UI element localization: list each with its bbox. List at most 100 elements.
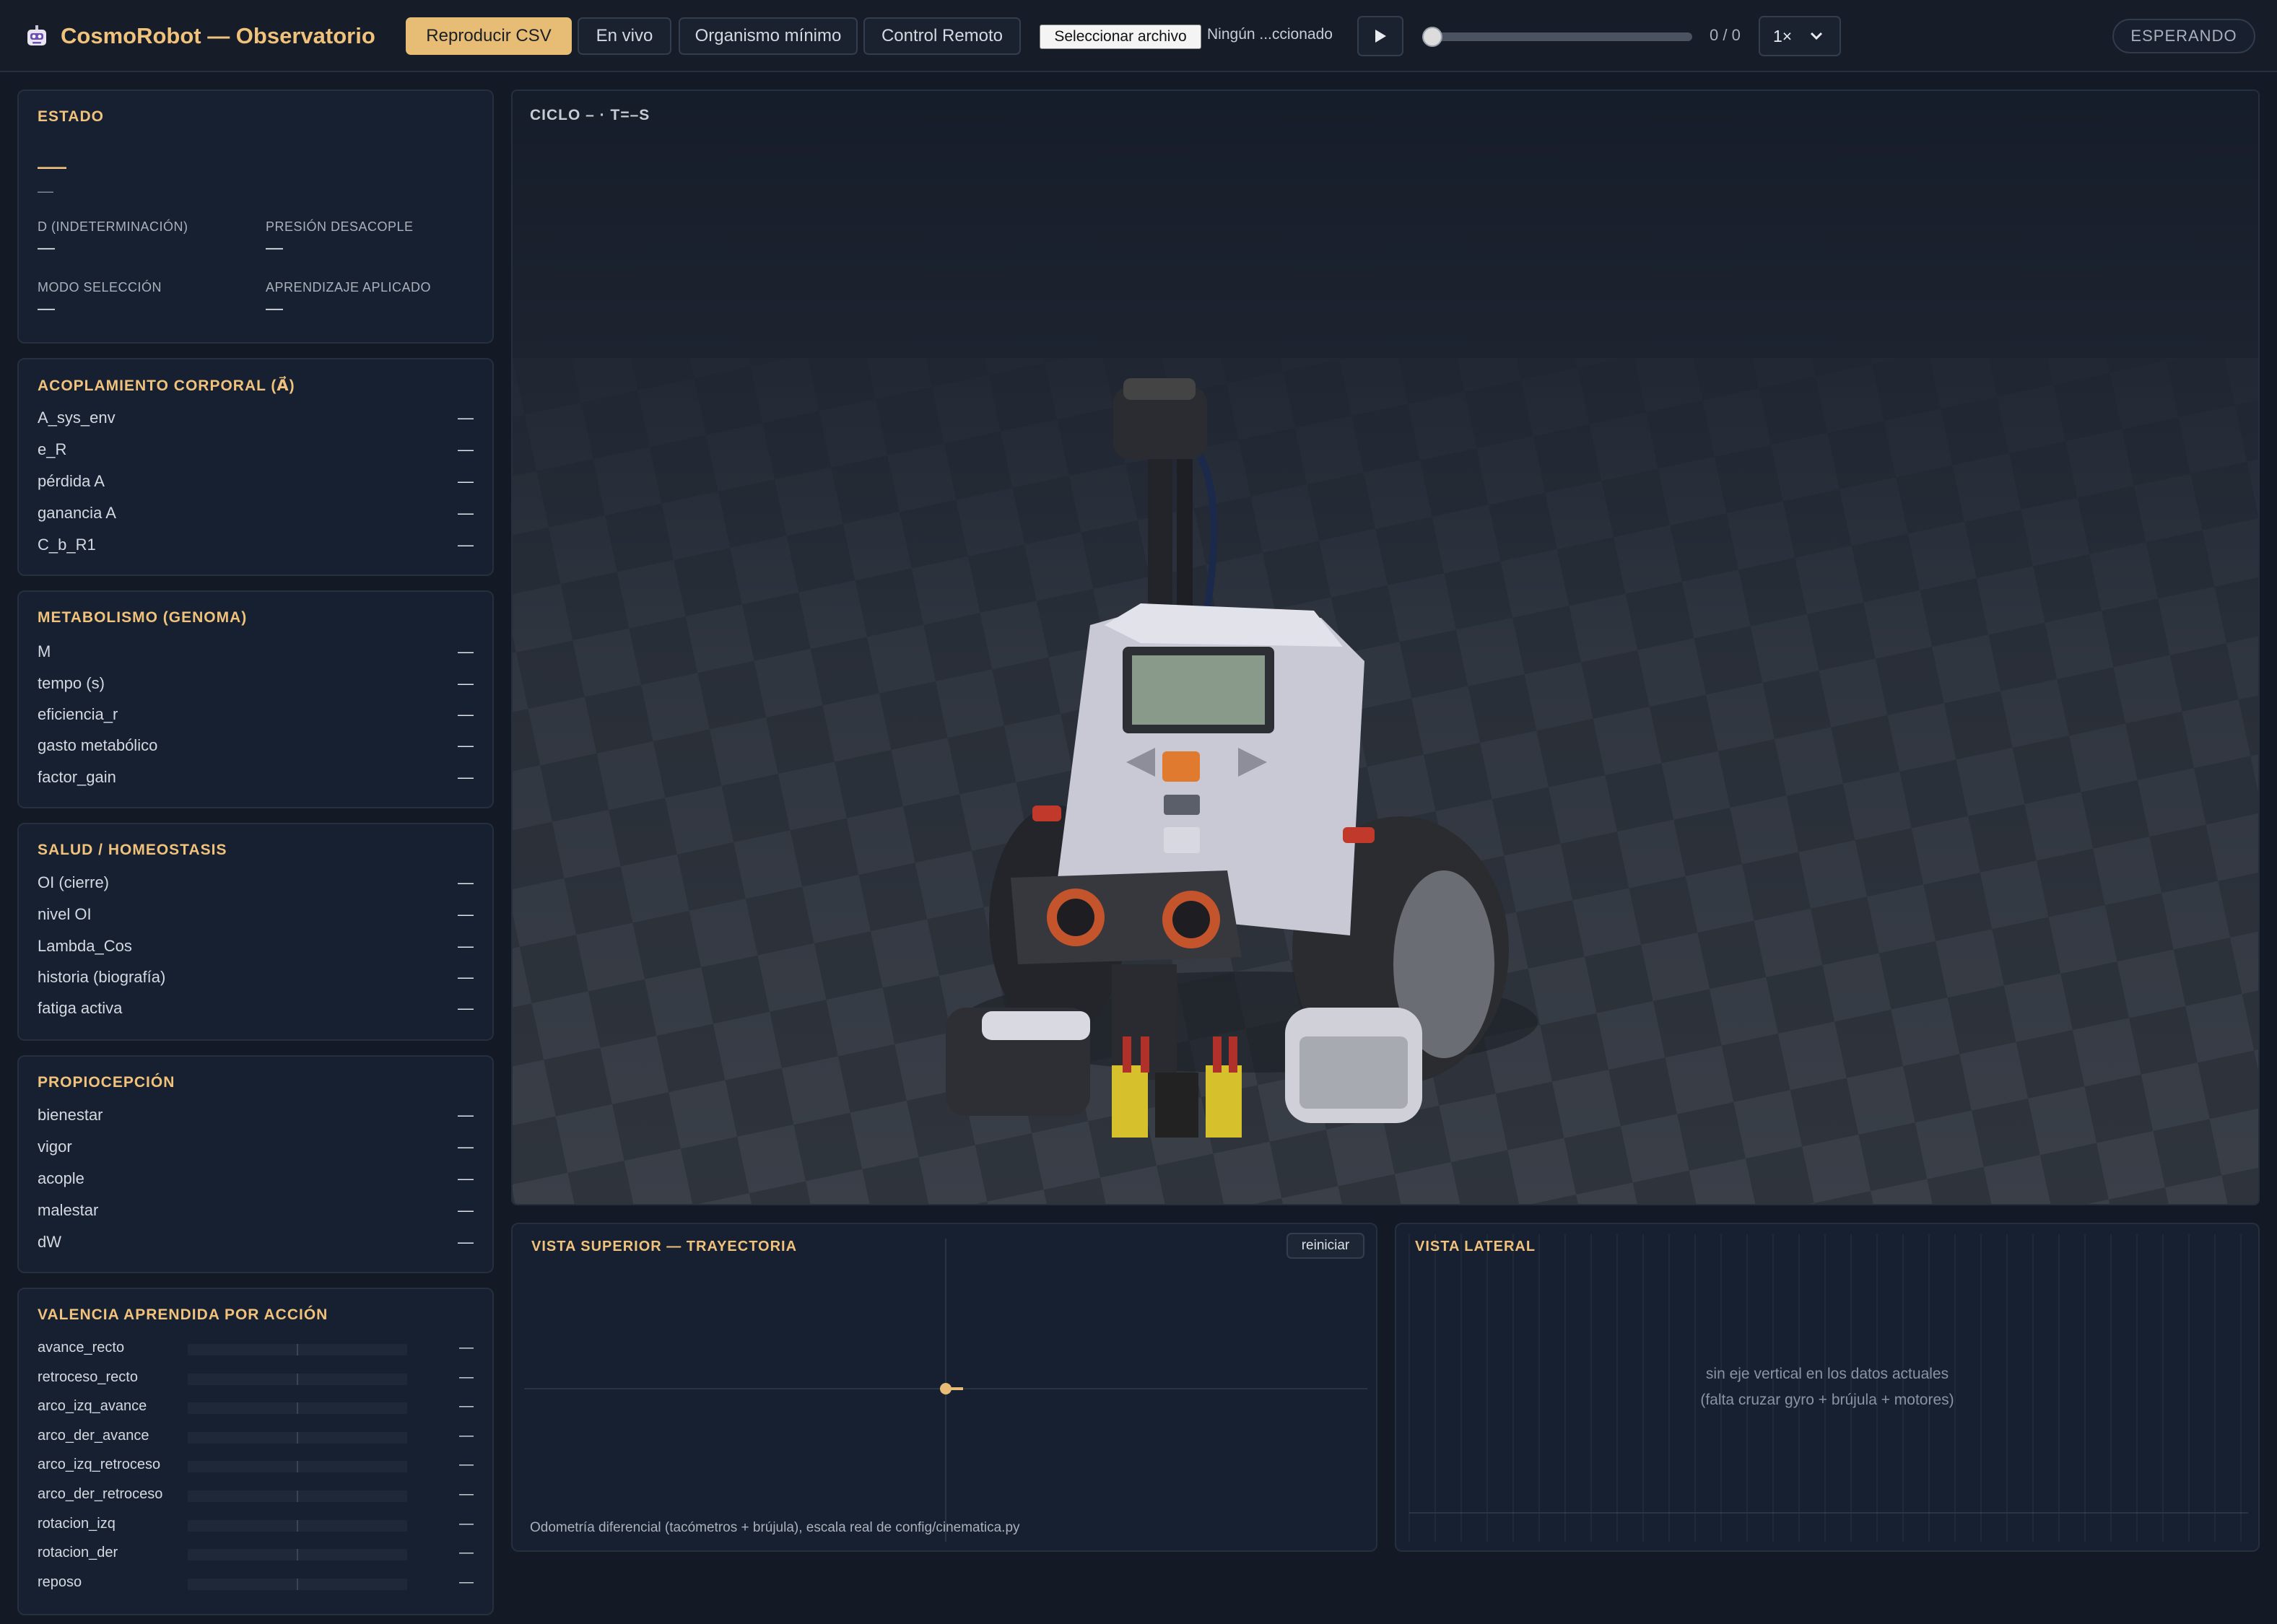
row-label: pérdida A: [38, 472, 105, 490]
valencia-row: retroceso_recto —: [38, 1368, 474, 1388]
valencia-value: —: [459, 1545, 474, 1561]
valencia-action-label: arco_izq_avance: [38, 1398, 147, 1415]
valencia-row: avance_recto —: [38, 1338, 474, 1358]
playback-slider[interactable]: [1422, 27, 1692, 47]
row-value: —: [458, 440, 474, 458]
estado-sub-value: —: [38, 182, 53, 200]
top-view-title: VISTA SUPERIOR — TRAYECTORIA: [531, 1239, 798, 1254]
valencia-bar: [188, 1549, 407, 1561]
row-label: historia (biografía): [38, 968, 166, 986]
row-value: —: [458, 1138, 474, 1156]
row-label: fatiga activa: [38, 999, 123, 1017]
row-value: —: [458, 409, 474, 427]
salud-row: historia (biografía) —: [38, 966, 474, 988]
valencia-value: —: [459, 1340, 474, 1355]
valencia-bar-center: [297, 1578, 298, 1590]
row-value: —: [458, 1169, 474, 1187]
indeterminacion-label: D (INDETERMINACIÓN): [38, 219, 188, 234]
frame-counter: 0 / 0: [1710, 26, 1741, 44]
modo-seleccion-label: MODO SELECCIÓN: [38, 280, 162, 294]
side-view-panel: VISTA LATERAL sin eje vertical en los da…: [1395, 1223, 2260, 1552]
valencia-bar-center: [297, 1519, 298, 1532]
valencia-bar-center: [297, 1431, 298, 1444]
modo-seleccion-value: —: [38, 299, 55, 318]
tab-reproducir-csv[interactable]: Reproducir CSV: [406, 17, 572, 55]
salud-row: nivel OI —: [38, 904, 474, 925]
row-value: —: [458, 642, 474, 660]
tab-organismo-minimo[interactable]: Organismo mínimo: [679, 17, 858, 55]
playback-slider-thumb[interactable]: [1422, 27, 1442, 47]
metabolismo-row: tempo (s) —: [38, 673, 474, 694]
row-label: gasto metabólico: [38, 736, 158, 754]
valencia-bar-center: [297, 1344, 298, 1355]
cycle-label: CICLO – · T=–S: [530, 107, 650, 123]
salud-row: Lambda_Cos —: [38, 935, 474, 957]
row-value: —: [458, 472, 474, 490]
valencia-value: —: [459, 1427, 474, 1444]
valencia-row: arco_der_retroceso —: [38, 1485, 474, 1505]
row-label: acople: [38, 1169, 84, 1187]
row-label: A_sys_env: [38, 409, 116, 427]
robot-3d-view[interactable]: CICLO – · T=–S: [511, 90, 2260, 1205]
salud-title: SALUD / HOMEOSTASIS: [38, 842, 227, 858]
row-label: Lambda_Cos: [38, 937, 132, 955]
valencia-action-label: retroceso_recto: [38, 1368, 138, 1385]
valencia-row: arco_izq_retroceso —: [38, 1455, 474, 1475]
brand: CosmoRobot — Observatorio: [25, 20, 375, 52]
metabolismo-title: METABOLISMO (GENOMA): [38, 609, 248, 626]
app-title: CosmoRobot — Observatorio: [61, 23, 375, 48]
chevron-down-icon: [1811, 32, 1823, 40]
salud-row: fatiga activa —: [38, 997, 474, 1019]
aprendizaje-aplicado-value: —: [266, 299, 283, 318]
speed-select[interactable]: 1×: [1759, 16, 1841, 56]
speed-value: 1×: [1773, 26, 1793, 45]
estado-title: ESTADO: [38, 108, 104, 125]
row-value: —: [458, 768, 474, 786]
propiocepcion-row: bienestar —: [38, 1104, 474, 1126]
acoplamiento-row: C_b_R1 —: [38, 534, 474, 556]
file-select-button[interactable]: Seleccionar archivo: [1040, 25, 1201, 49]
metabolismo-row: gasto metabólico —: [38, 735, 474, 756]
row-label: M: [38, 642, 51, 660]
propiocepcion-row: acople —: [38, 1168, 474, 1189]
valencia-row: arco_der_avance —: [38, 1426, 474, 1446]
row-label: factor_gain: [38, 768, 116, 786]
row-value: —: [458, 1106, 474, 1124]
status-badge: ESPERANDO: [2112, 19, 2255, 53]
tab-en-vivo[interactable]: En vivo: [578, 17, 671, 55]
propiocepcion-row: malestar —: [38, 1200, 474, 1221]
acoplamiento-row: A_sys_env —: [38, 407, 474, 429]
valencia-panel: VALENCIA APRENDIDA POR ACCIÓN avance_rec…: [17, 1288, 494, 1615]
robot-model: [946, 378, 1538, 1138]
row-value: —: [458, 999, 474, 1017]
trajectory-canvas[interactable]: [513, 1224, 1377, 1552]
valencia-action-label: rotacion_der: [38, 1545, 118, 1561]
valencia-action-label: arco_der_avance: [38, 1427, 149, 1444]
reset-trajectory-button[interactable]: reiniciar: [1286, 1233, 1364, 1259]
valencia-bar: [188, 1578, 407, 1590]
top-view-caption: Odometría diferencial (tacómetros + brúj…: [530, 1520, 1020, 1535]
propiocepcion-panel: PROPIOCEPCIÓN bienestar — vigor — acople — …: [17, 1055, 494, 1273]
metabolismo-row: M —: [38, 641, 474, 663]
acoplamiento-row: ganancia A —: [38, 502, 474, 524]
acoplamiento-row: pérdida A —: [38, 471, 474, 492]
row-label: ganancia A: [38, 504, 116, 522]
valencia-value: —: [459, 1486, 474, 1502]
valencia-bar-center: [297, 1402, 298, 1415]
salud-panel: SALUD / HOMEOSTASIS OI (cierre) — nivel O…: [17, 823, 494, 1041]
row-value: —: [458, 504, 474, 522]
propiocepcion-title: PROPIOCEPCIÓN: [38, 1074, 175, 1091]
valencia-bar-center: [297, 1490, 298, 1502]
play-button[interactable]: [1357, 16, 1403, 56]
row-label: eficiencia_r: [38, 705, 118, 723]
side-view-message-line1: sin eje vertical en los datos actuales: [1705, 1366, 1949, 1382]
valencia-bar: [188, 1402, 407, 1415]
top-view-panel: VISTA SUPERIOR — TRAYECTORIA reiniciar O…: [511, 1223, 1377, 1552]
indeterminacion-value: —: [38, 238, 55, 258]
metabolismo-row: eficiencia_r —: [38, 704, 474, 725]
tab-control-remoto[interactable]: Control Remoto: [863, 17, 1021, 55]
valencia-action-label: rotacion_izq: [38, 1515, 116, 1532]
aprendizaje-aplicado-label: APRENDIZAJE APLICADO: [266, 280, 432, 294]
valencia-action-label: reposo: [38, 1573, 82, 1590]
row-value: —: [458, 1233, 474, 1251]
